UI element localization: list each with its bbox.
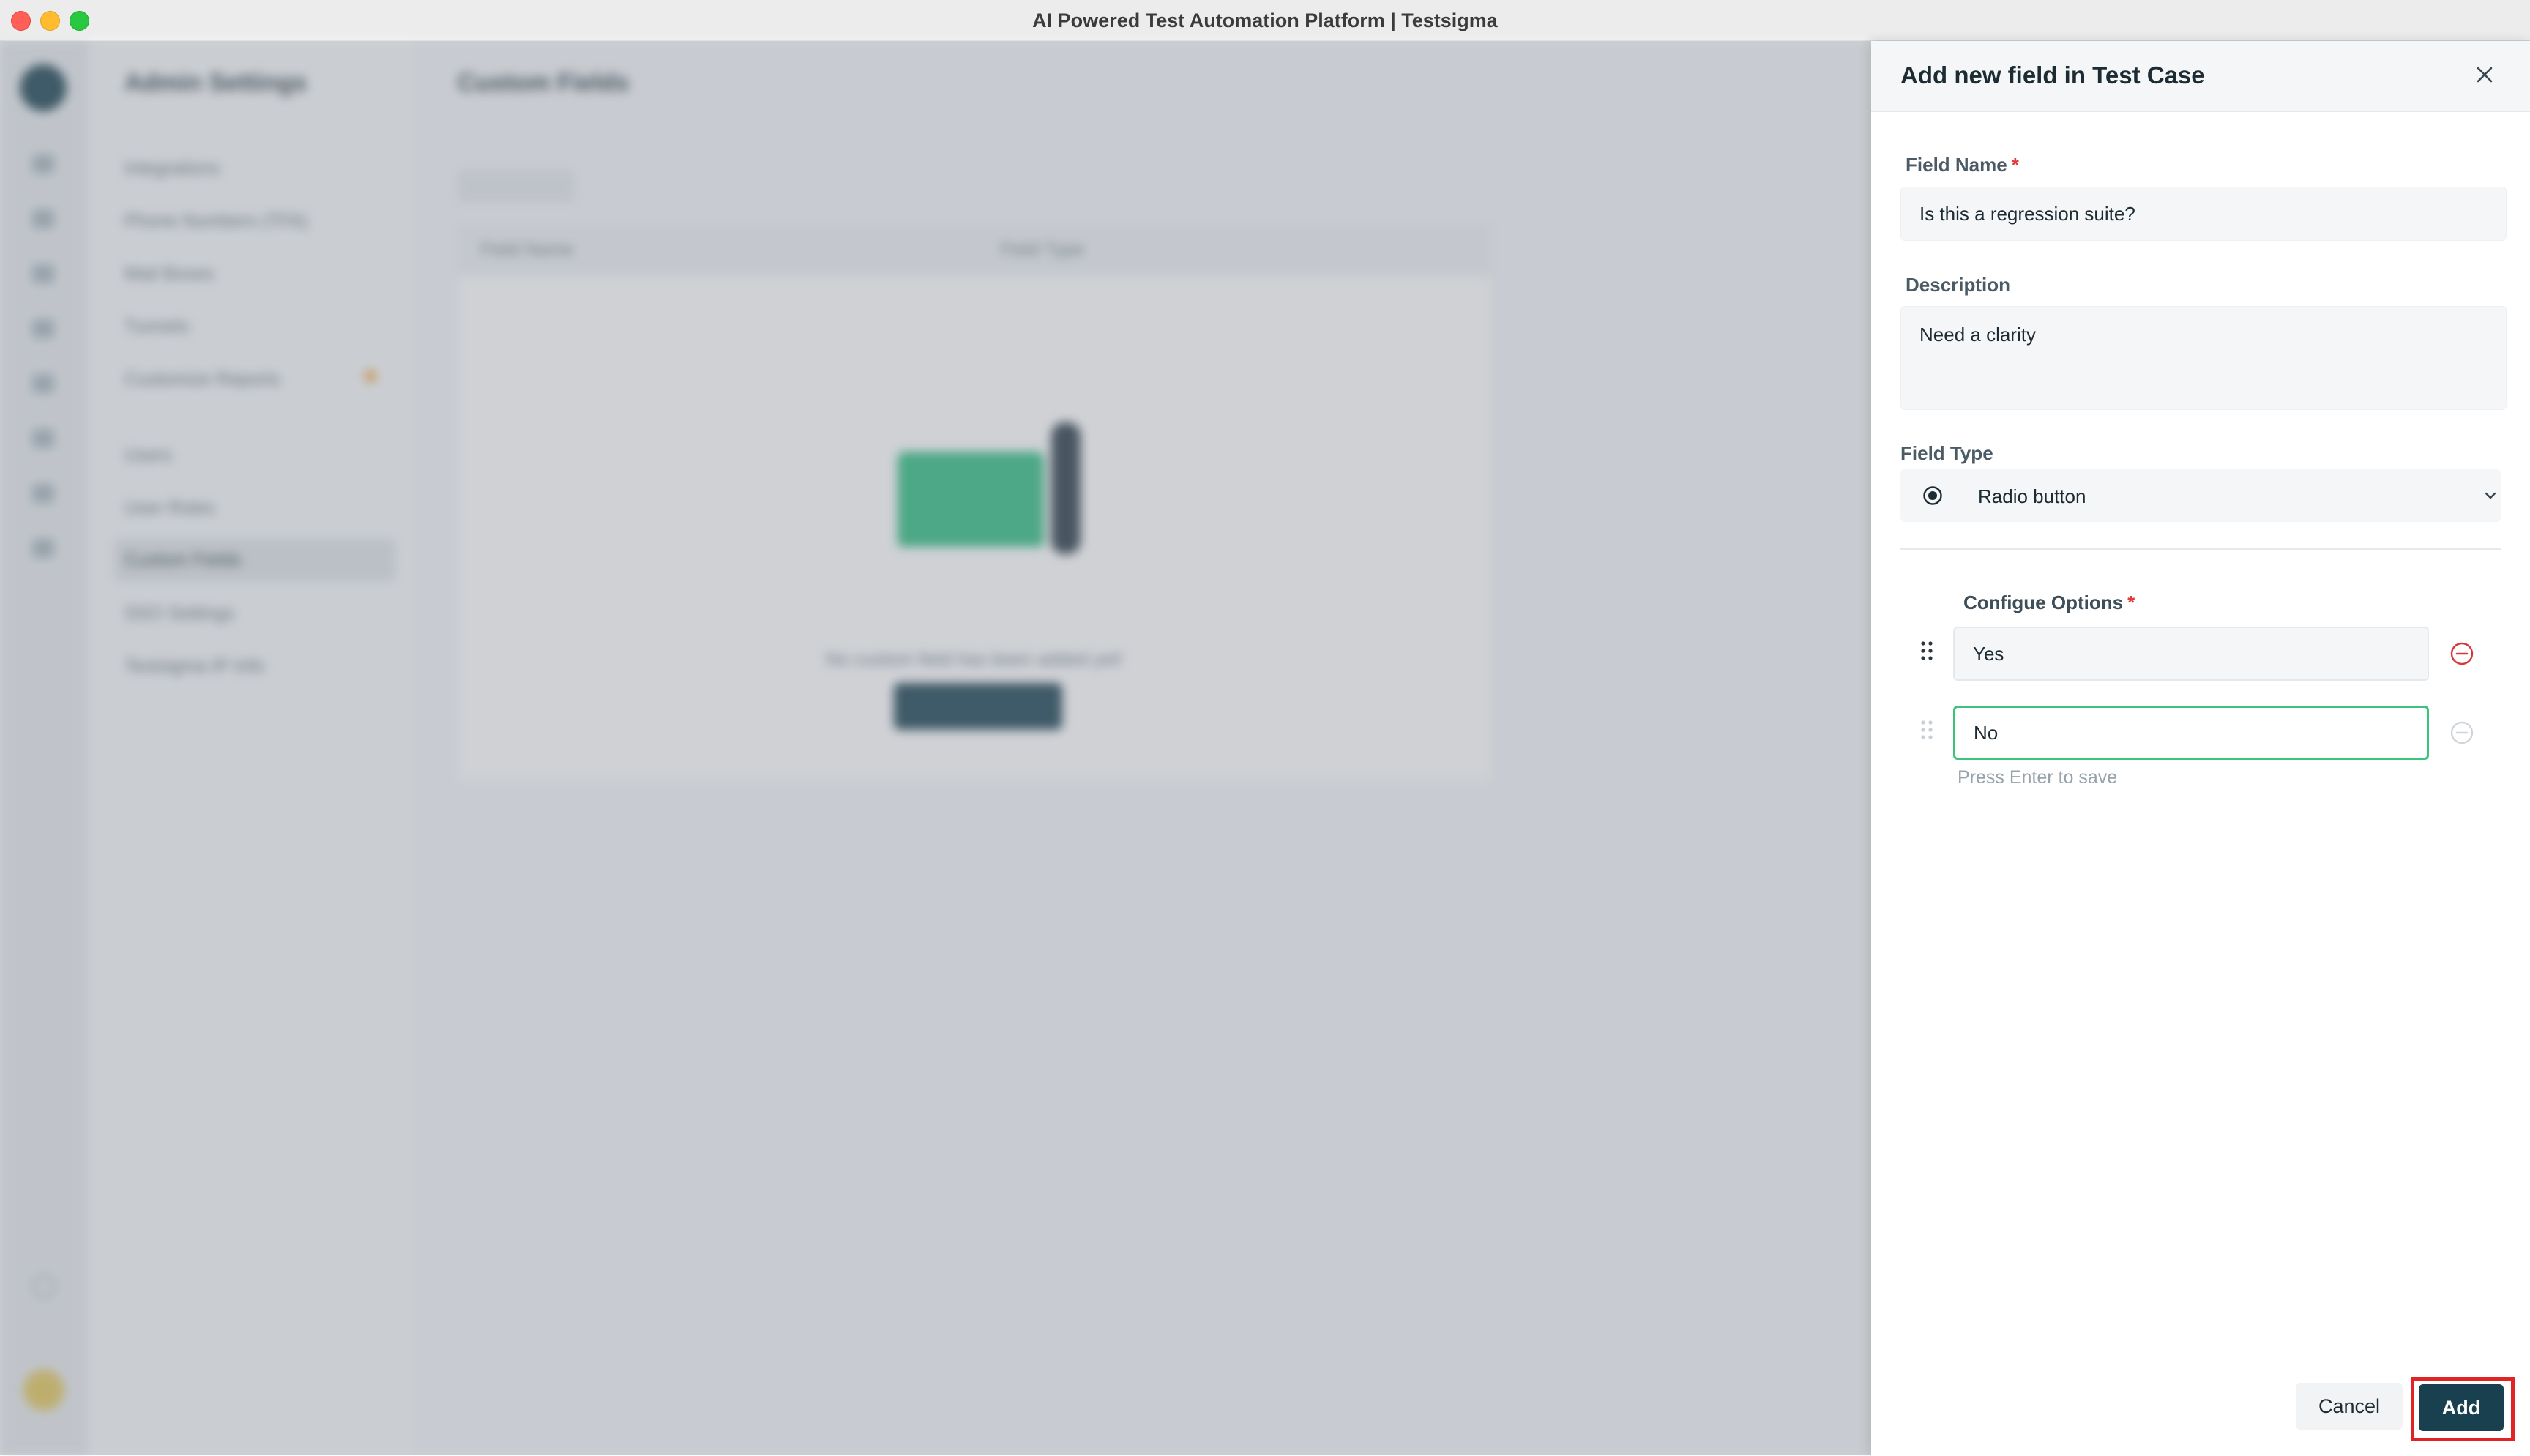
drag-handle-icon[interactable] [1919, 640, 1934, 662]
field-name-input[interactable] [1900, 187, 2507, 241]
field-type-label: Field Type [1900, 442, 1993, 464]
press-enter-hint: Press Enter to save [1958, 767, 2118, 788]
field-type-value: Radio button [1978, 485, 2086, 507]
close-icon[interactable] [2470, 60, 2499, 89]
remove-circle-icon[interactable] [2449, 641, 2474, 666]
field-name-label: Field Name * [1906, 154, 2019, 176]
required-marker: * [2011, 154, 2019, 176]
window-title: AI Powered Test Automation Platform | Te… [1032, 10, 1498, 31]
field-type-select[interactable]: Radio button [1900, 469, 2501, 522]
drag-handle-icon[interactable] [1919, 719, 1934, 741]
drawer-footer: Cancel Add [1871, 1359, 2530, 1456]
window-titlebar: AI Powered Test Automation Platform | Te… [0, 0, 2530, 41]
drawer-title: Add new field in Test Case [1900, 61, 2205, 89]
option-input-yes[interactable] [1953, 627, 2429, 681]
required-marker: * [2127, 591, 2135, 613]
description-label: Description [1906, 274, 2011, 296]
drawer-header: Add new field in Test Case [1871, 41, 2530, 112]
cancel-button[interactable]: Cancel [2296, 1383, 2403, 1430]
option-input-no[interactable] [1953, 706, 2429, 760]
configure-options-label: Configue Options * [1963, 591, 2135, 614]
modal-overlay[interactable] [0, 41, 1871, 1455]
section-divider [1900, 548, 2501, 550]
configure-options-label-text: Configue Options [1963, 591, 2124, 613]
field-name-label-text: Field Name [1906, 154, 2007, 176]
remove-circle-icon[interactable] [2449, 720, 2474, 745]
add-field-drawer: Add new field in Test Case Field Name* D… [1871, 41, 2530, 1456]
radio-selected-icon [1923, 486, 1942, 505]
chevron-down-icon [2485, 492, 2496, 499]
description-textarea[interactable]: Need a clarity [1900, 306, 2507, 410]
add-button[interactable]: Add [2419, 1384, 2504, 1431]
